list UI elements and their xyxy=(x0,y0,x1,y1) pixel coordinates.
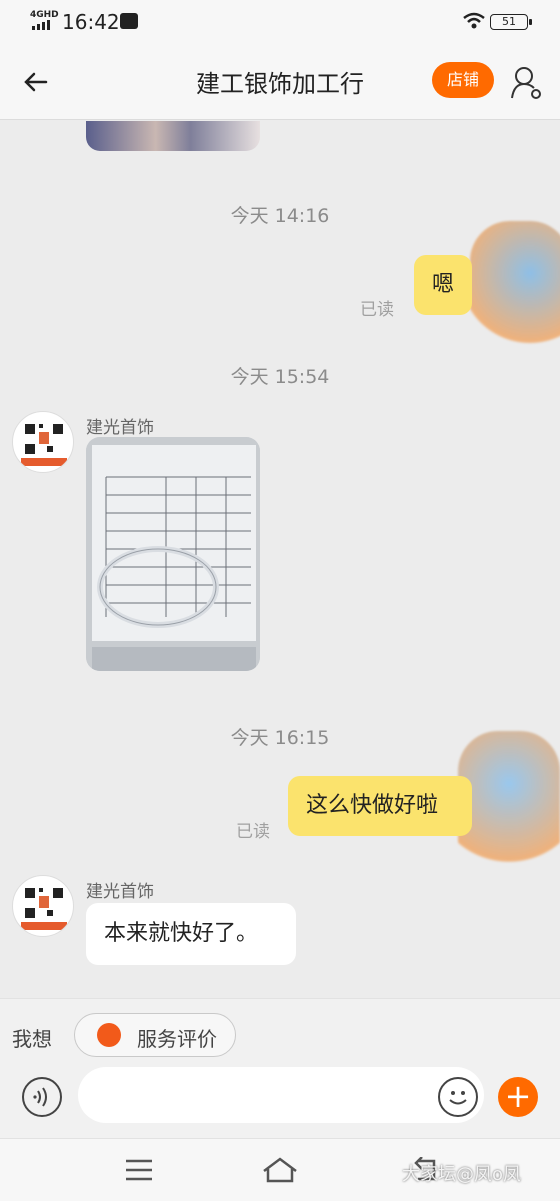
shop-button[interactable]: 店铺 xyxy=(432,62,494,98)
previous-image-message[interactable] xyxy=(86,121,260,151)
read-status: 已读 xyxy=(360,300,394,320)
sent-message[interactable]: 嗯 xyxy=(414,255,472,315)
home-icon[interactable] xyxy=(262,1157,298,1183)
message-input[interactable] xyxy=(78,1067,484,1123)
sent-message[interactable]: 这么快做好啦 xyxy=(288,776,472,836)
battery-icon: 51 xyxy=(490,14,532,30)
read-status: 已读 xyxy=(236,822,270,842)
eval-label: 服务评价 xyxy=(137,1027,217,1051)
sender-name: 建光首饰 xyxy=(86,418,154,438)
avatar[interactable] xyxy=(12,411,74,473)
emoji-icon[interactable] xyxy=(438,1077,478,1117)
service-eval-button[interactable]: 服务评价 xyxy=(74,1013,236,1057)
timestamp: 今天 14:16 xyxy=(230,205,330,227)
plus-icon[interactable]: + xyxy=(498,1077,538,1117)
user-settings-icon[interactable] xyxy=(508,64,544,100)
qr-avatar-icon xyxy=(21,886,67,930)
qr-avatar-icon xyxy=(21,422,67,466)
timestamp: 今天 15:54 xyxy=(230,366,330,388)
input-area: 我想 服务评价 + xyxy=(0,998,560,1138)
receipt-photo-icon xyxy=(86,437,260,671)
quick-label: 我想 xyxy=(12,1027,52,1051)
wifi-icon xyxy=(463,12,485,29)
sender-name: 建光首饰 xyxy=(86,882,154,902)
received-image[interactable] xyxy=(86,437,260,671)
rating-icon xyxy=(97,1023,121,1047)
status-time: 16:42 xyxy=(62,10,120,34)
status-bar: 4GHD 16:42 51 xyxy=(0,0,560,44)
chat-area[interactable]: 今天 14:16 嗯 已读 今天 15:54 建光首饰 今天 16:15 这么快… xyxy=(0,121,560,998)
watermark: 大家坛@凤o凤 xyxy=(402,1164,522,1185)
scribble-decoration xyxy=(470,221,560,351)
signal-icon xyxy=(32,20,50,30)
received-message[interactable]: 本来就快好了。 xyxy=(86,903,296,965)
scribble-decoration xyxy=(458,731,560,881)
chat-header: 建工银饰加工行 店铺 xyxy=(0,44,560,120)
voice-icon[interactable] xyxy=(22,1077,62,1117)
avatar[interactable] xyxy=(12,875,74,937)
menu-icon[interactable] xyxy=(124,1159,154,1181)
network-label: 4GHD xyxy=(30,10,59,20)
app-icon xyxy=(120,13,138,29)
